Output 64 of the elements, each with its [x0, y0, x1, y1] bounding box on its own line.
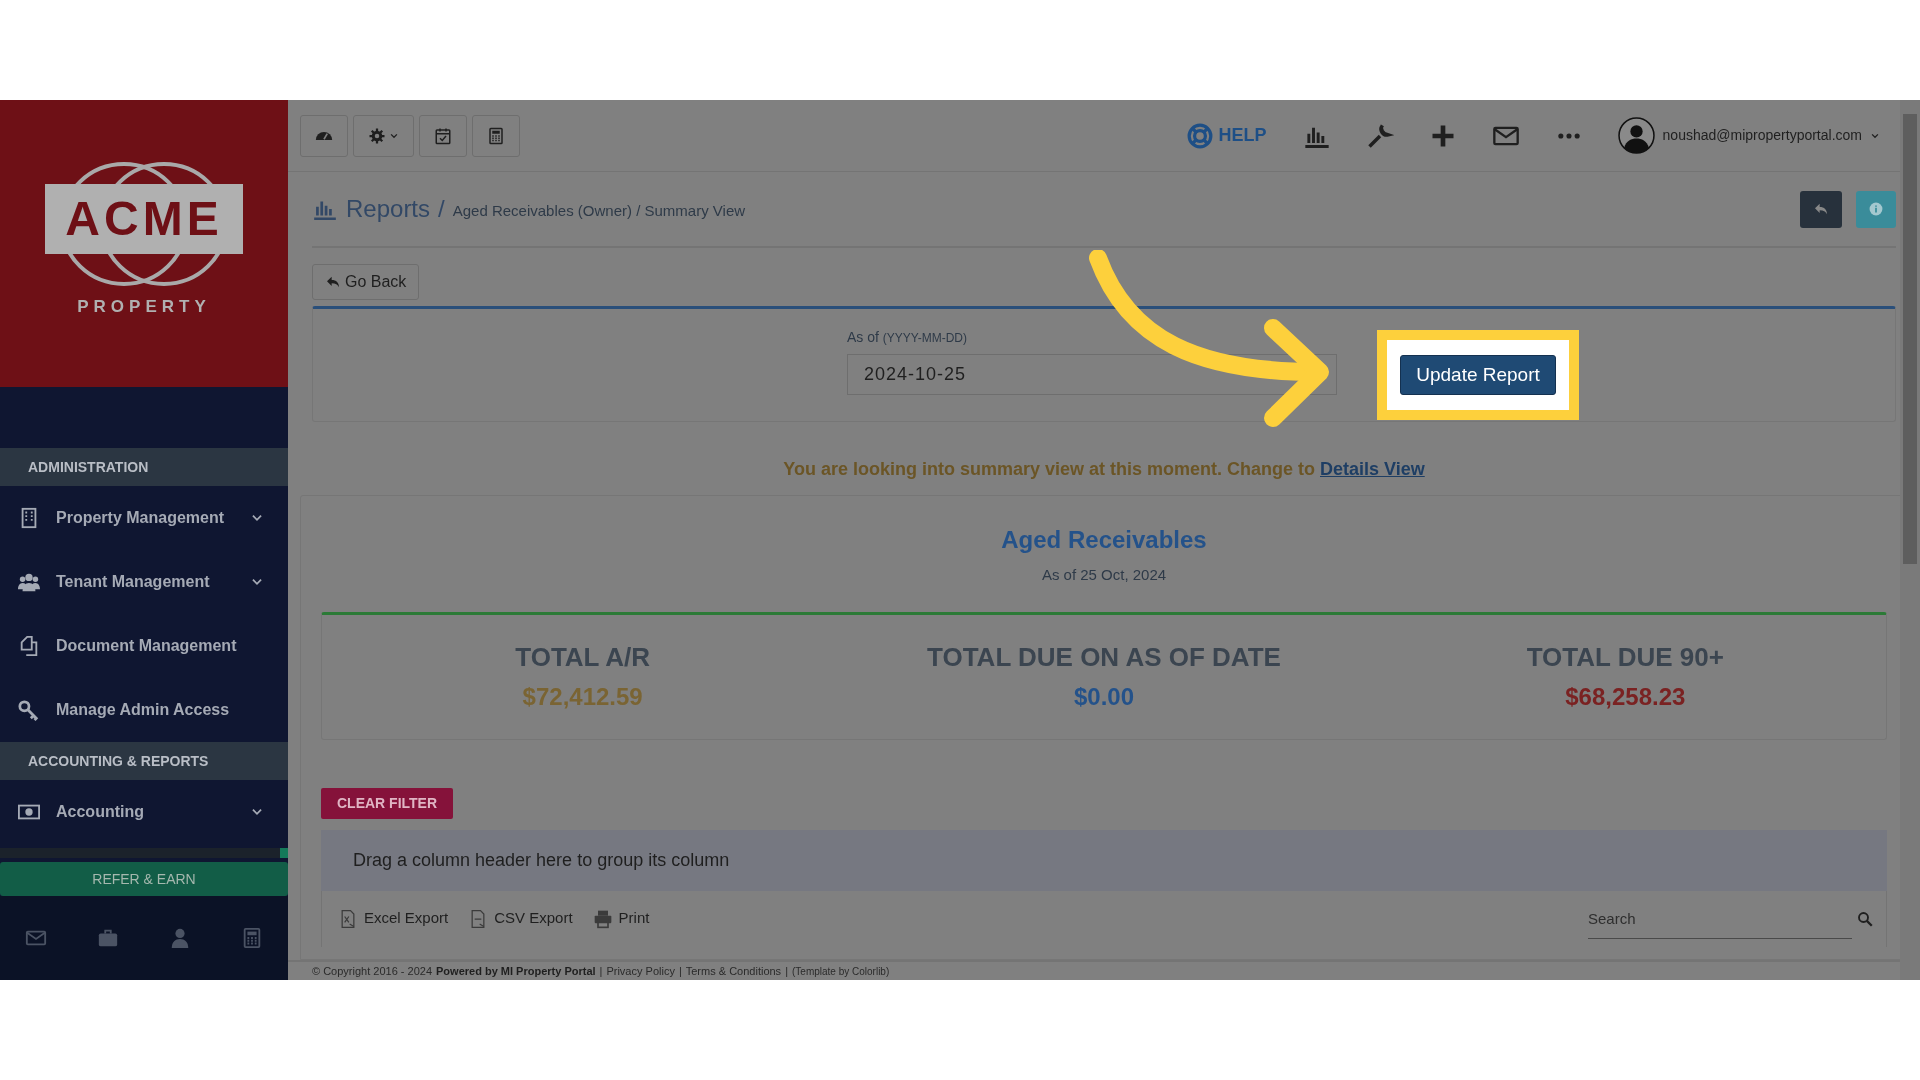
documents-icon	[18, 635, 40, 657]
go-back-button[interactable]: Go Back	[312, 264, 420, 300]
briefcase-icon[interactable]	[97, 927, 119, 949]
search-icon	[1856, 909, 1874, 928]
search-field[interactable]: Search	[1588, 898, 1852, 939]
help-button[interactable]: HELP	[1186, 122, 1267, 149]
lifebuoy-icon	[1186, 122, 1213, 149]
footer-separator: |	[785, 963, 788, 979]
settings-dropdown-button[interactable]	[353, 114, 414, 157]
user-icon[interactable]	[169, 927, 191, 949]
total-label: TOTAL DUE ON AS OF DATE	[927, 641, 1281, 674]
scrollbar[interactable]	[1900, 100, 1920, 980]
calculator-icon[interactable]	[241, 927, 263, 949]
report-title: Aged Receivables	[1000, 525, 1208, 555]
back-button[interactable]	[1800, 190, 1842, 228]
sidebar-section-title: ACCOUNTING & REPORTS	[28, 751, 209, 771]
refer-button[interactable]: REFER & EARN	[0, 862, 288, 896]
footer-link[interactable]: Privacy Policy	[606, 962, 675, 980]
reply-arrow-icon	[325, 274, 341, 290]
footer-separator: |	[678, 963, 682, 979]
update-report-button[interactable]: Update Report	[1400, 355, 1556, 395]
user-menu[interactable]: noushad@mipropertyportal.com	[1617, 117, 1880, 154]
total-label: TOTAL A/R	[515, 641, 651, 674]
users-icon	[18, 571, 40, 593]
toolbar-button[interactable]	[300, 114, 348, 157]
sidebar-item[interactable]: Document Management	[0, 614, 288, 678]
calculator-icon	[487, 126, 505, 145]
total-value: $0.00	[1073, 682, 1134, 712]
copyright-text: © Copyright 2016 - 2024	[312, 963, 432, 979]
page-title: Reports	[346, 194, 431, 224]
sidebar-item[interactable]: Tenant Management	[0, 550, 288, 614]
info-message: You are looking into summary view at this moment. Change to Details View	[782, 458, 1426, 481]
breadcrumb-path: Aged Receivables (Owner) / Summary View	[452, 200, 746, 221]
sidebar-item[interactable]: Manage Admin Access	[0, 678, 288, 742]
printer-icon	[592, 908, 613, 929]
reply-arrow-icon	[1813, 201, 1829, 217]
report-subtitle: As of 25 Oct, 2024	[1040, 565, 1168, 585]
export-button[interactable]: CSV Export	[468, 907, 573, 930]
export-button[interactable]: Excel Export	[338, 907, 449, 930]
export-button[interactable]: Print	[592, 907, 650, 930]
details-view-link[interactable]: Details View	[1320, 459, 1425, 479]
settings-icon	[368, 126, 386, 145]
sidebar-section-title: ADMINISTRATION	[28, 457, 149, 477]
date-label: As of (YYYY-MM-DD)	[847, 328, 968, 347]
total-value: $68,258.23	[1565, 682, 1686, 712]
sidebar-item[interactable]: Property Management	[0, 486, 288, 550]
avatar-icon	[1617, 117, 1655, 154]
toolbar-button[interactable]	[419, 114, 467, 157]
sidebar-item[interactable]: Accounting	[0, 780, 288, 844]
calendar-icon	[434, 126, 452, 145]
total-label: TOTAL DUE 90+	[1526, 641, 1724, 674]
logo-wordmark: ACME	[45, 183, 243, 254]
powered-by-link[interactable]: Powered by MI Property Portal	[436, 962, 596, 980]
key-icon	[18, 699, 40, 721]
clear-filter-button[interactable]: CLEAR FILTER	[321, 787, 454, 819]
logo-subtitle: PROPERTY	[77, 295, 211, 318]
breadcrumb-separator: /	[438, 194, 445, 224]
group-hint: Drag a column header here to group its column	[353, 848, 730, 872]
footer-separator: |	[599, 963, 603, 979]
toolbar-button[interactable]	[472, 114, 520, 157]
info-icon	[1869, 202, 1883, 216]
template-credit: (Template by Colorlib)	[792, 964, 890, 979]
total-value: $72,412.59	[522, 682, 643, 712]
footer-link[interactable]: Terms & Conditions	[685, 962, 782, 980]
